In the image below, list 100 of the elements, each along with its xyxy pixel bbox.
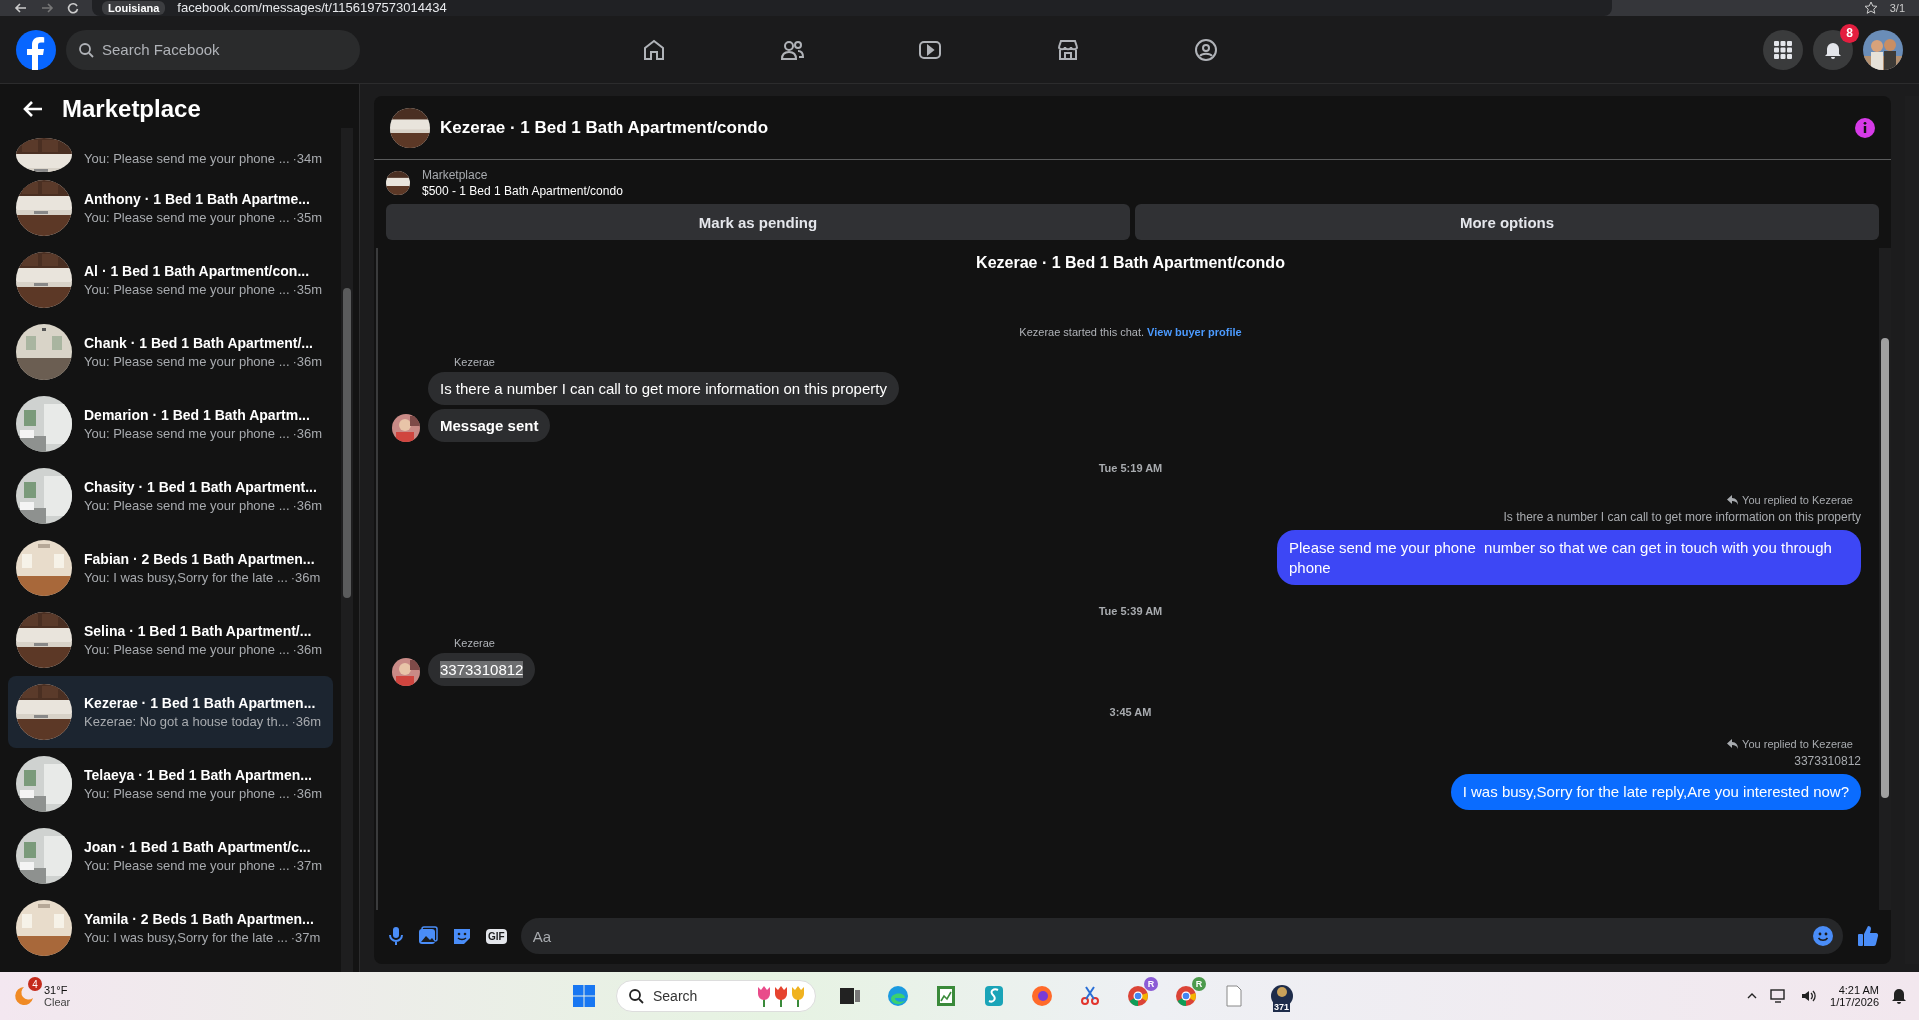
scrollbar[interactable] [1879,248,1891,910]
chrome-app-icon[interactable] [1174,984,1198,1008]
message-bubble: I was busy,Sorry for the late reply,Are you interested now? [1450,774,1861,810]
reply-icon [1727,739,1739,749]
facebook-logo[interactable] [16,29,56,70]
reply-icon [1727,495,1739,505]
conversation-title: Chank · 1 Bed 1 Bath Apartment/... [84,335,314,351]
temperature: 31°F [44,984,69,996]
reply-note: You replied to Kezerae [1727,494,1853,506]
conversation-title: Kezerae · 1 Bed 1 Bath Apartmen... [84,695,317,711]
message-preview: You: Please send me your phone ... [84,498,290,513]
timestamp: ·36m [292,786,323,801]
profile-button[interactable] [1863,29,1903,70]
message-bubble: 3373310812 [428,653,536,686]
chart-app-icon[interactable] [934,984,958,1008]
time-divider: 3:45 AM [1109,706,1152,718]
notifications-button[interactable] [1813,29,1853,70]
emoji-icon[interactable] [1813,926,1833,946]
message-preview: You: Please send me your phone ... [84,426,290,441]
conversation-title: Telaeya · 1 Bed 1 Bath Apartmen... [84,767,313,783]
reload-icon[interactable] [66,1,80,15]
app-label: 371 [1273,1002,1291,1012]
action-button[interactable]: Mark as pending [386,204,1130,240]
timestamp: ·36m [292,498,323,513]
info-icon[interactable] [1855,117,1875,138]
message-preview: You: Please send me your phone ... [84,858,290,873]
back-icon[interactable] [14,1,28,15]
chat-title: Kezerae · 1 Bed 1 Bath Apartment/condo [440,117,769,138]
address-bar[interactable]: Louisiana facebook.com/messages/t/1156197573014434 [92,0,1612,16]
edge-app-icon[interactable] [886,984,910,1008]
view-buyer-profile-link[interactable]: View buyer profile [1147,326,1242,338]
notification-icon[interactable] [1891,987,1907,1005]
action-button[interactable]: More options [1135,204,1879,240]
timestamp: ·35m [292,210,323,225]
search-field[interactable]: Search Facebook [66,29,360,70]
conversation-title: Al · 1 Bed 1 Bath Apartment/con... [84,263,311,279]
message-field[interactable]: Aa [520,918,1843,954]
conversation-title: Yamila · 2 Beds 1 Bath Apartmen... [84,911,315,927]
scrollbar[interactable] [341,128,353,972]
star-icon[interactable] [1863,1,1878,15]
start-icon[interactable] [572,984,596,1008]
s-app-app-icon[interactable] [982,984,1006,1008]
conversation-item[interactable]: Al · 1 Bed 1 Bath Apartment/con... You: Please send me your phone ... ·35m [8,244,333,316]
quoted-message: Is there a number I can call to get more information on this property [1503,510,1861,524]
microphone-icon[interactable] [388,926,404,946]
menu-button[interactable] [1763,29,1803,70]
message-preview: You: Please send me your phone ... [84,151,290,166]
volume-icon[interactable] [1800,988,1819,1004]
timestamp: ·35m [292,282,323,297]
sticker-icon[interactable] [452,926,472,946]
image-icon[interactable] [418,926,438,946]
firefox-app-icon[interactable] [1030,984,1054,1008]
message-preview: Kezerae: No got a house today th... [84,714,289,729]
like-icon[interactable] [1857,925,1879,947]
snip-app-icon[interactable] [1078,984,1102,1008]
message-bubble: Message sent [428,409,551,442]
timestamp: ·36m [290,570,321,585]
conversation-item[interactable]: Chank · 1 Bed 1 Bath Apartment/... You: Please send me your phone ... ·36m [8,316,333,388]
taskbar-search[interactable]: Search [616,980,816,1012]
message-preview: You: Please send me your phone ... [84,210,290,225]
conversation-title: Selina · 1 Bed 1 Bath Apartment/... [84,623,313,639]
conversation-item[interactable]: Demarion · 1 Bed 1 Bath Apartm... You: Please send me your phone ... ·36m [8,388,333,460]
reply-note: You replied to Kezerae [1727,738,1853,750]
message-preview: You: Please send me your phone ... [84,786,290,801]
thread-title: Kezerae · 1 Bed 1 Bath Apartment/condo [975,254,1286,272]
page-counter: 3/1 [1889,2,1905,14]
weather-condition: Clear [44,996,71,1008]
timestamp: ·36m [292,426,323,441]
conversation-item[interactable]: Kezerae · 1 Bed 1 Bath Apartmen... Kezerae: No got a house today th... ·36m [8,676,333,748]
time-divider: Tue 5:19 AM [1098,462,1163,474]
sender-name: Kezerae [454,356,496,368]
timestamp: ·36m [291,714,322,729]
conversation-item[interactable]: Anthony · 1 Bed 1 Bath Apartme... You: Please send me your phone ... ·35m [8,172,333,244]
message-preview: You: I was busy,Sorry for the late ... [84,930,288,945]
clock[interactable]: 4:21 AM 1/17/2026 [1830,984,1879,1008]
notification-badge: 4 [28,977,42,991]
timestamp: ·34m [292,151,323,166]
conversation-title: Joan · 1 Bed 1 Bath Apartment/c... [84,839,312,855]
conversation-item[interactable]: Yamila · 2 Beds 1 Bath Apartmen... You: I was busy,Sorry for the late ... ·37m [8,892,333,964]
message-preview: You: Please send me your phone ... [84,642,290,657]
quoted-message: 3373310812 [1794,754,1861,768]
conversation-item[interactable]: Fabian · 2 Beds 1 Bath Apartmen... You: I was busy,Sorry for the late ... ·36m [8,532,333,604]
forward-icon[interactable] [40,1,54,15]
sidebar-title: Marketplace [62,95,201,123]
conversation-item[interactable]: Joan · 1 Bed 1 Bath Apartment/c... You: Please send me your phone ... ·37m [8,820,333,892]
notification-badge: 8 [1840,23,1859,43]
conversation-item[interactable]: Chasity · 1 Bed 1 Bath Apartment... You: Please send me your phone ... ·36m [8,460,333,532]
location-chip[interactable]: Louisiana [102,1,166,15]
conversation-title: Anthony · 1 Bed 1 Bath Apartme... [84,191,311,207]
groups-icon[interactable] [1192,36,1219,63]
gif-button[interactable]: GIF [486,928,507,944]
conversation-item[interactable]: Telaeya · 1 Bed 1 Bath Apartmen... You: Please send me your phone ... ·36m [8,748,333,820]
message-bubble: Is there a number I can call to get more information on this property [428,372,899,405]
search-icon [78,41,94,58]
timestamp: ·36m [292,354,323,369]
conversation-item[interactable]: Selina · 1 Bed 1 Bath Apartment/... You: Please send me your phone ... ·36m [8,604,333,676]
moon-icon [12,985,34,1007]
timestamp: ·36m [292,642,323,657]
chrome-app-icon[interactable] [1126,984,1150,1008]
timestamp: ·37m [290,930,321,945]
